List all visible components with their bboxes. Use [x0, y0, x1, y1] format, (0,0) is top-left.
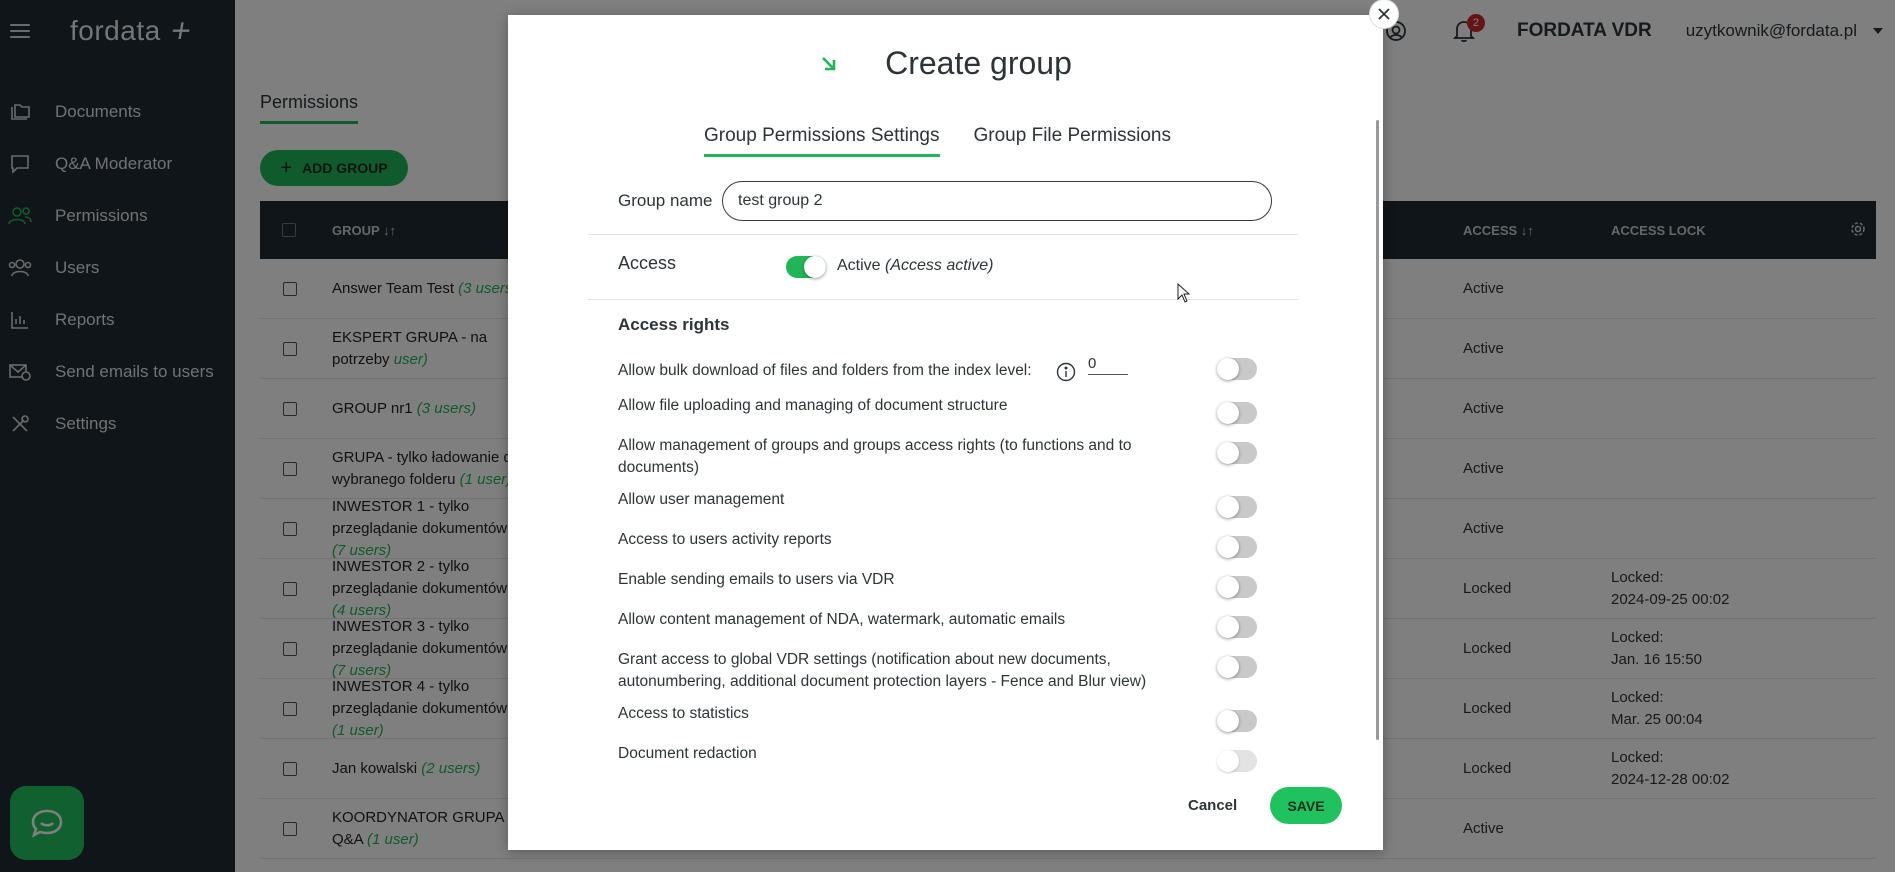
arrow-down-right-icon	[819, 45, 839, 82]
access-state: Active	[837, 257, 881, 274]
bulk-download-level-input[interactable]: 0	[1088, 355, 1128, 375]
right-user-management-label: Allow user management	[618, 491, 785, 508]
toggle-knob	[804, 256, 826, 278]
divider	[588, 299, 1298, 300]
right-file-uploading-label: Allow file uploading and managing of doc…	[618, 397, 1008, 414]
toggle-knob	[1217, 536, 1239, 558]
right-content-management-label: Allow content management of NDA, waterma…	[618, 611, 1066, 628]
right-group-management-label: Allow management of groups and groups ac…	[618, 437, 1132, 476]
toggle-knob	[1217, 750, 1239, 772]
divider	[588, 234, 1298, 235]
toggle-user-management[interactable]	[1217, 496, 1257, 518]
modal-title: Create group	[885, 45, 1072, 81]
toggle-sending-emails[interactable]	[1217, 576, 1257, 598]
tab-group-permissions-settings[interactable]: Group Permissions Settings	[704, 125, 940, 157]
toggle-knob	[1217, 442, 1239, 464]
info-icon[interactable]	[1056, 362, 1076, 387]
toggle-activity-reports[interactable]	[1217, 536, 1257, 558]
toggle-knob	[1217, 576, 1239, 598]
close-icon	[1378, 8, 1390, 20]
create-group-modal: Create group Group Permissions Settings …	[508, 15, 1383, 850]
toggle-global-settings[interactable]	[1217, 656, 1257, 678]
toggle-knob	[1217, 616, 1239, 638]
access-label: Access	[618, 253, 677, 273]
toggle-content-management[interactable]	[1217, 616, 1257, 638]
toggle-knob	[1217, 358, 1239, 380]
toggle-bulk-download[interactable]	[1217, 358, 1257, 380]
toggle-knob	[1217, 656, 1239, 678]
save-button[interactable]: SAVE	[1270, 787, 1342, 824]
right-statistics-label: Access to statistics	[618, 705, 749, 722]
toggle-document-redaction	[1217, 750, 1257, 772]
access-rights-title: Access rights	[618, 315, 730, 334]
right-global-settings-label: Grant access to global VDR settings (not…	[618, 651, 1147, 690]
right-bulk-download-label: Allow bulk download of files and folders…	[618, 362, 1032, 379]
access-status-text: Active (Access active)	[837, 257, 994, 275]
group-name-input[interactable]	[722, 181, 1272, 221]
right-activity-reports-label: Access to users activity reports	[618, 531, 832, 548]
modal-scrollbar[interactable]	[1376, 120, 1379, 740]
close-modal-button[interactable]	[1370, 0, 1398, 28]
cancel-button[interactable]: Cancel	[1188, 797, 1237, 814]
toggle-knob	[1217, 402, 1239, 424]
toggle-group-management[interactable]	[1217, 442, 1257, 464]
toggle-knob	[1217, 710, 1239, 732]
modal-header: Create group	[508, 45, 1383, 82]
access-toggle[interactable]	[786, 256, 826, 278]
toggle-statistics[interactable]	[1217, 710, 1257, 732]
tab-group-file-permissions[interactable]: Group File Permissions	[974, 125, 1171, 157]
toggle-knob	[1217, 496, 1239, 518]
toggle-file-uploading[interactable]	[1217, 402, 1257, 424]
mouse-pointer-icon	[1177, 282, 1191, 308]
right-document-redaction-label: Document redaction	[618, 745, 757, 762]
modal-tabs: Group Permissions Settings Group File Pe…	[704, 125, 1171, 157]
group-name-label: Group name	[618, 191, 713, 210]
access-state-note: (Access active)	[885, 257, 994, 274]
right-sending-emails-label: Enable sending emails to users via VDR	[618, 571, 895, 588]
